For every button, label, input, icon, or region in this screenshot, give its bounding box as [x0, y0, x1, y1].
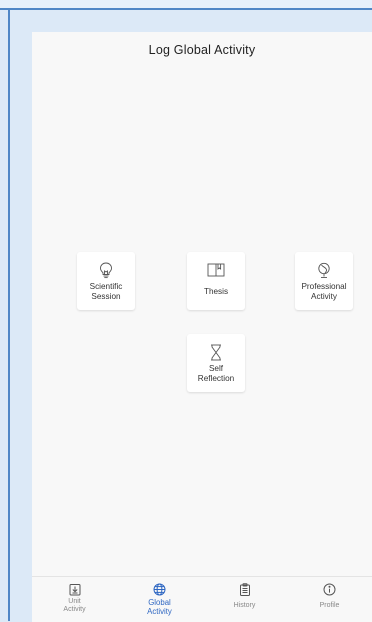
clipboard-icon	[239, 583, 251, 596]
tile-label: Professional Activity	[301, 282, 347, 301]
app-container: Log Global Activity Scientific Session T…	[10, 10, 372, 622]
tile-scientific-session[interactable]: Scientific Session	[77, 252, 135, 310]
nav-item-global-activity[interactable]: Global Activity	[117, 577, 202, 622]
activity-screen: Log Global Activity Scientific Session T…	[32, 32, 372, 622]
lightbulb-icon	[99, 261, 113, 279]
tile-label: Thesis	[203, 287, 229, 296]
nav-label: Unit Activity	[63, 598, 86, 613]
download-box-icon	[69, 583, 81, 596]
nav-item-profile[interactable]: Profile	[287, 577, 372, 622]
tile-professional-activity[interactable]: Professional Activity	[295, 252, 353, 310]
nav-item-unit-activity[interactable]: Unit Activity	[32, 577, 117, 622]
nav-item-history[interactable]: History	[202, 577, 287, 622]
globe-icon	[317, 261, 331, 279]
nav-label: Global Activity	[147, 598, 172, 616]
tile-label: Self Reflection	[197, 364, 235, 383]
book-icon	[207, 261, 225, 279]
hourglass-icon	[210, 343, 222, 361]
window-top-border	[0, 0, 372, 10]
tile-self-reflection[interactable]: Self Reflection	[187, 334, 245, 392]
globe-icon	[153, 583, 166, 596]
page-title: Log Global Activity	[148, 43, 256, 57]
tile-thesis[interactable]: Thesis	[187, 252, 245, 310]
tile-label: Scientific Session	[89, 282, 123, 301]
info-icon	[323, 583, 336, 596]
nav-label: Profile	[319, 602, 340, 609]
bottom-nav: Unit Activity Global Activity History Pr…	[32, 576, 372, 622]
nav-label: History	[233, 602, 256, 609]
